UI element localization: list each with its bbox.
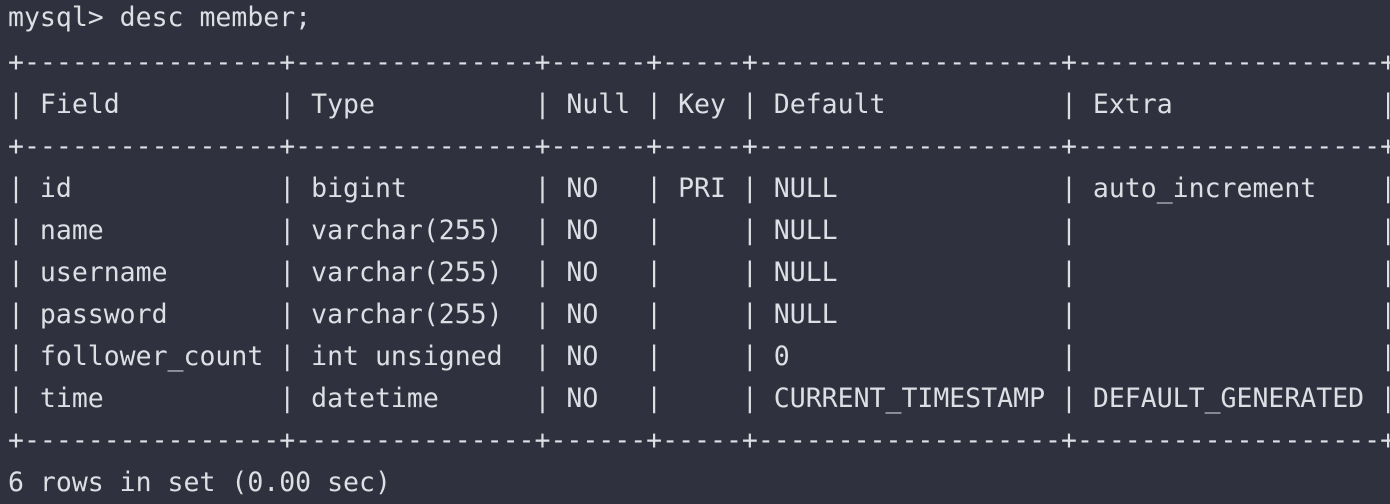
table-row: | name | varchar(255) | NO | | NULL | | — [8, 215, 1390, 246]
table-row: | username | varchar(255) | NO | | NULL … — [8, 257, 1390, 288]
table-row: | time | datetime | NO | | CURRENT_TIMES… — [8, 383, 1390, 414]
table-row: | id | bigint | NO | PRI | NULL | auto_i… — [8, 173, 1390, 204]
table-border-top: +----------------+---------------+------… — [8, 47, 1390, 78]
table-row: | follower_count | int unsigned | NO | |… — [8, 341, 1390, 372]
table-border-bottom: +----------------+---------------+------… — [8, 425, 1390, 456]
table-row: | password | varchar(255) | NO | | NULL … — [8, 299, 1390, 330]
result-summary: 6 rows in set (0.00 sec) — [8, 467, 391, 498]
command-prompt-line: mysql> desc member; — [8, 2, 312, 33]
table-header-row: | Field | Type | Null | Key | Default | … — [8, 89, 1390, 120]
terminal-window[interactable]: mysql> desc member; +----------------+--… — [0, 0, 1390, 504]
table-header-separator: +----------------+---------------+------… — [8, 131, 1390, 162]
